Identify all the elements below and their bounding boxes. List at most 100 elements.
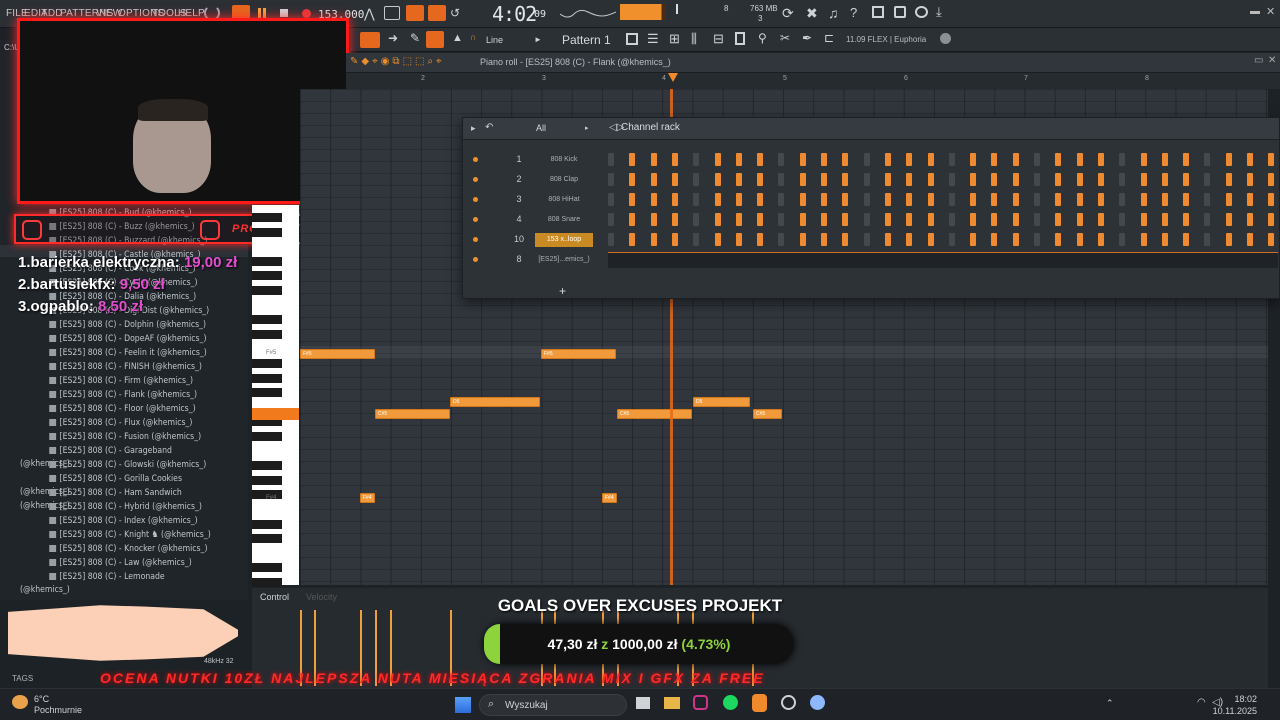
channel-led[interactable] xyxy=(473,217,478,222)
step-button[interactable] xyxy=(671,213,678,226)
step-button[interactable] xyxy=(1034,153,1040,166)
step-button[interactable] xyxy=(1012,173,1019,186)
step-button[interactable] xyxy=(693,193,700,206)
help-icon[interactable]: ? xyxy=(850,5,857,20)
step-button[interactable] xyxy=(1225,233,1232,246)
browser-item[interactable]: [ES25] 808 (C) - Feelin it (@khemics_) xyxy=(20,347,207,360)
channel-led[interactable] xyxy=(473,177,478,182)
step-button[interactable] xyxy=(757,233,764,246)
step-button[interactable] xyxy=(970,233,977,246)
step-button[interactable] xyxy=(970,173,977,186)
step-button[interactable] xyxy=(863,153,870,166)
step-button[interactable] xyxy=(1268,153,1275,166)
step-button[interactable] xyxy=(629,153,636,166)
step-button[interactable] xyxy=(778,153,785,166)
tools-icon[interactable]: ✖ xyxy=(806,5,818,22)
step-button[interactable] xyxy=(608,233,614,246)
step-button[interactable] xyxy=(629,173,636,186)
step-button[interactable] xyxy=(884,233,891,246)
step-button[interactable] xyxy=(1140,213,1147,226)
step-button[interactable] xyxy=(735,153,742,166)
step-button[interactable] xyxy=(842,233,849,246)
step-button[interactable] xyxy=(735,173,742,186)
step-button[interactable] xyxy=(906,173,913,186)
step-button[interactable] xyxy=(650,173,657,186)
step-button[interactable] xyxy=(1012,213,1019,226)
browser-item[interactable]: [ES25] 808 (C) - Lemonade (@khemics_) xyxy=(20,571,216,595)
channel-row[interactable]: 8 [ES25]...emics_) xyxy=(463,250,1279,270)
metronome-icon[interactable]: ⋀ xyxy=(364,6,375,22)
black-key[interactable] xyxy=(252,271,282,281)
step-button[interactable] xyxy=(799,193,806,206)
step-button[interactable] xyxy=(1204,193,1211,206)
step-button[interactable] xyxy=(842,153,849,166)
step-button[interactable] xyxy=(671,233,678,246)
step-button[interactable] xyxy=(1204,153,1211,166)
step-button[interactable] xyxy=(757,153,764,166)
channel-name[interactable]: [ES25]...emics_) xyxy=(535,253,593,267)
step-button[interactable] xyxy=(1076,213,1083,226)
step-button[interactable] xyxy=(1268,233,1275,246)
piano-keyboard[interactable]: F#5 F#4 xyxy=(252,205,299,587)
channel-rack-icon[interactable]: ☰ xyxy=(647,31,659,47)
step-button[interactable] xyxy=(927,173,934,186)
obs-icon[interactable] xyxy=(781,695,796,710)
step-button[interactable] xyxy=(1225,193,1232,206)
channel-row[interactable]: 3 808 HiHat xyxy=(463,190,1279,210)
channel-row[interactable]: 2 808 Clap xyxy=(463,170,1279,190)
browser-item[interactable]: [ES25] 808 (C) - Index (@khemics_) xyxy=(20,515,198,528)
step-button[interactable] xyxy=(821,233,827,246)
step-button[interactable] xyxy=(650,153,657,166)
step-button[interactable] xyxy=(842,213,849,226)
step-button[interactable] xyxy=(1204,173,1211,186)
link-icon[interactable] xyxy=(426,31,444,48)
weather-icon[interactable] xyxy=(12,695,28,709)
snap-select[interactable]: Line xyxy=(486,35,503,45)
step-button[interactable] xyxy=(757,173,764,186)
step-button[interactable] xyxy=(1034,193,1040,206)
black-key[interactable] xyxy=(252,373,282,383)
wait-input-icon[interactable] xyxy=(384,6,400,20)
step-button[interactable] xyxy=(1076,153,1083,166)
step-button[interactable] xyxy=(1012,193,1019,206)
add-channel-button[interactable]: + xyxy=(559,284,566,298)
step-button[interactable] xyxy=(821,153,827,166)
note[interactable]: C#5 xyxy=(375,409,450,419)
browser-item[interactable]: [ES25] 808 (C) - Flux (@khemics_) xyxy=(20,417,192,430)
black-key[interactable] xyxy=(252,227,282,237)
step-button[interactable] xyxy=(735,213,742,226)
step-button[interactable] xyxy=(714,193,721,206)
clock-time[interactable]: 18:02 xyxy=(1221,694,1257,704)
step-button[interactable] xyxy=(714,153,721,166)
step-button[interactable] xyxy=(1268,213,1275,226)
piano-roll-tools[interactable]: ✎◆⌖◉⧉⬚⬚⌕⌖ xyxy=(350,56,445,67)
step-button[interactable] xyxy=(1225,213,1232,226)
browser-app-icon[interactable] xyxy=(810,695,825,710)
step-button[interactable] xyxy=(1268,193,1275,206)
step-button[interactable] xyxy=(1183,153,1190,166)
step-button[interactable] xyxy=(799,173,806,186)
step-button[interactable] xyxy=(884,213,891,226)
step-button[interactable] xyxy=(693,173,700,186)
step-button[interactable] xyxy=(1247,193,1253,206)
step-button[interactable] xyxy=(608,173,614,186)
instagram-app-icon[interactable] xyxy=(693,695,708,710)
eq-icon[interactable]: ⫼ xyxy=(691,31,697,47)
playlist-icon[interactable] xyxy=(626,33,638,45)
black-key[interactable] xyxy=(252,256,282,266)
step-button[interactable] xyxy=(991,193,998,206)
step-button[interactable] xyxy=(1097,193,1104,206)
step-button[interactable] xyxy=(821,193,827,206)
brush-icon[interactable]: ✎ xyxy=(410,31,420,45)
browser-item[interactable]: [ES25] 808 (C) - Dolphin (@khemics_) xyxy=(20,319,206,332)
step-button[interactable] xyxy=(991,233,998,246)
step-button[interactable] xyxy=(927,233,934,246)
step-button[interactable] xyxy=(927,213,934,226)
step-button[interactable] xyxy=(1119,193,1126,206)
cart-icon[interactable]: ⊏ xyxy=(824,31,834,45)
step-button[interactable] xyxy=(693,213,700,226)
step-button[interactable] xyxy=(650,233,657,246)
black-key[interactable] xyxy=(252,461,282,471)
close-icon[interactable]: ✕ xyxy=(1268,55,1276,66)
step-button[interactable] xyxy=(863,233,870,246)
